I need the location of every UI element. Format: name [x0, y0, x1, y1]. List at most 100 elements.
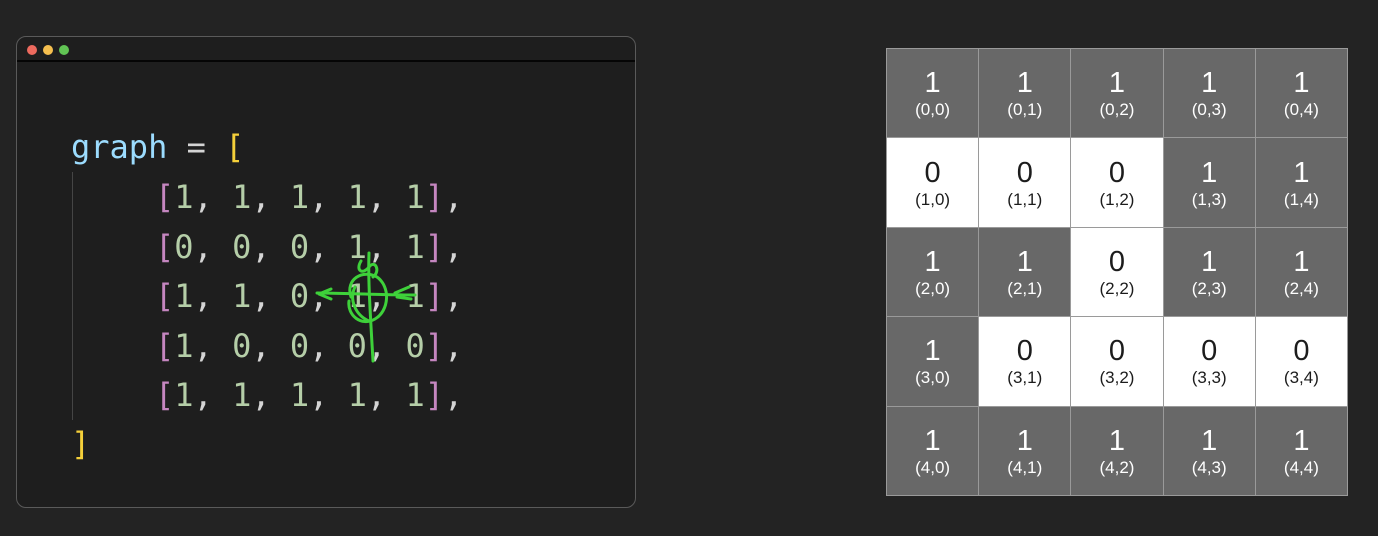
row-value: 0 [347, 327, 367, 365]
row-open-bracket: [ [155, 376, 175, 414]
row-separator: , [193, 228, 233, 266]
row-value: 0 [232, 228, 252, 266]
grid-cell-value: 0 [1108, 335, 1126, 368]
row-close-bracket: ] [424, 277, 444, 315]
code-line-row: [1, 1, 1, 1, 1], [155, 177, 463, 217]
row-separator: , [309, 228, 348, 266]
row-separator: , [251, 277, 290, 315]
row-value: 1 [347, 228, 367, 266]
grid-cell: 1 (1,4) [1255, 138, 1347, 227]
indent-guide [72, 172, 73, 420]
grid-cell-value: 1 [1293, 156, 1310, 189]
row-close-bracket: ] [424, 376, 444, 414]
row-value: 1 [347, 277, 367, 315]
grid-cell-coordinate: (3,0) [915, 368, 951, 388]
grid-cell-coordinate: (1,2) [1099, 189, 1135, 209]
row-value: 0 [289, 277, 310, 315]
outer-close-bracket: ] [71, 425, 91, 463]
grid-cell-coordinate: (2,0) [915, 278, 951, 298]
grid-cell-value: 0 [1293, 335, 1310, 368]
grid-visualization: 1 (0,0) 1 (0,1) 1 (0,2) 1 (0,3) 1 (0,4) 0 (1,0) 0 (1,… [886, 48, 1348, 496]
code-line-close: ] [71, 424, 90, 464]
row-value: 1 [289, 178, 310, 216]
row-value: 1 [174, 178, 194, 216]
row-value: 0 [232, 327, 252, 365]
grid-cell-value: 1 [924, 424, 941, 457]
row-value: 0 [289, 327, 310, 365]
grid-cell-value: 1 [1108, 424, 1126, 457]
row-separator: , [193, 376, 233, 414]
code-editor: graph = [ [1, 1, 1, 1, 1], [0, 0, 0, 1, … [17, 37, 635, 507]
row-open-bracket: [ [155, 327, 175, 365]
row-value: 1 [232, 277, 252, 315]
grid-cell: 1 (2,1) [979, 227, 1071, 317]
grid-cell: 0 (1,2) [1071, 138, 1163, 227]
grid-cell-coordinate: (3,2) [1099, 368, 1135, 388]
row-separator: , [251, 327, 290, 365]
row-value: 1 [405, 277, 425, 315]
row-separator: , [366, 178, 406, 216]
grid-cell: 0 (1,0) [887, 138, 979, 227]
row-separator: , [193, 178, 233, 216]
grid-cell: 0 (3,3) [1163, 317, 1255, 406]
row-trailing-comma: , [443, 327, 464, 365]
row-open-bracket: [ [155, 277, 175, 315]
variable-name: graph [71, 128, 168, 166]
grid-cell-coordinate: (4,4) [1283, 457, 1319, 477]
grid-cell-coordinate: (1,0) [915, 189, 951, 209]
grid-cell-value: 0 [1108, 156, 1126, 189]
grid-cell-value: 0 [1016, 335, 1033, 368]
code-line-row: [1, 1, 1, 1, 1], [155, 375, 463, 415]
grid-cell-coordinate: (0,2) [1099, 100, 1135, 120]
grid-cell: 0 (3,2) [1071, 317, 1163, 406]
code-line-declaration: graph = [ [71, 127, 244, 167]
row-value: 1 [174, 327, 194, 365]
grid-cell-value: 1 [1201, 67, 1218, 100]
grid-cell-value: 1 [1293, 67, 1310, 100]
row-separator: , [366, 327, 406, 365]
grid-cell: 0 (3,1) [979, 317, 1071, 406]
code-line-row: [0, 0, 0, 1, 1], [155, 227, 463, 267]
grid-cell-value: 0 [1108, 245, 1126, 278]
grid-cell: 1 (0,3) [1163, 49, 1255, 138]
row-separator: , [251, 376, 290, 414]
grid-cell: 0 (1,1) [979, 138, 1071, 227]
grid-cell-value: 1 [1201, 245, 1218, 278]
grid-cell: 1 (2,3) [1163, 227, 1255, 317]
row-value: 1 [289, 376, 310, 414]
row-close-bracket: ] [424, 327, 444, 365]
row-separator: , [309, 376, 348, 414]
grid-cell-value: 1 [924, 245, 941, 278]
grid-cell-value: 1 [1016, 245, 1033, 278]
grid-cell: 0 (3,4) [1255, 317, 1347, 406]
row-trailing-comma: , [443, 228, 464, 266]
row-value: 1 [174, 277, 194, 315]
row-value: 0 [405, 327, 425, 365]
row-value: 1 [232, 376, 252, 414]
grid-cell-coordinate: (2,3) [1191, 278, 1227, 298]
grid-cell: 1 (4,4) [1255, 406, 1347, 495]
assign-operator: = [186, 128, 206, 166]
grid-cell-value: 1 [924, 335, 941, 368]
row-open-bracket: [ [155, 178, 175, 216]
row-separator: , [251, 178, 290, 216]
grid-cell: 0 (2,2) [1071, 227, 1163, 317]
row-trailing-comma: , [443, 376, 464, 414]
grid-cell-coordinate: (0,1) [1007, 100, 1043, 120]
grid-cell-coordinate: (1,1) [1007, 189, 1043, 209]
row-trailing-comma: , [443, 178, 464, 216]
row-separator: , [366, 277, 406, 315]
row-value: 1 [347, 376, 367, 414]
row-value: 1 [405, 228, 425, 266]
grid-cell-coordinate: (2,4) [1283, 278, 1319, 298]
grid-cell-coordinate: (4,2) [1099, 457, 1135, 477]
row-value: 1 [232, 178, 252, 216]
grid-cell-value: 1 [1201, 424, 1218, 457]
grid-cell-value: 0 [1016, 156, 1033, 189]
row-separator: , [193, 277, 233, 315]
grid-cell-coordinate: (1,4) [1283, 189, 1319, 209]
row-value: 1 [174, 376, 194, 414]
row-trailing-comma: , [443, 277, 464, 315]
grid-cell-coordinate: (0,4) [1283, 100, 1319, 120]
row-separator: , [193, 327, 233, 365]
